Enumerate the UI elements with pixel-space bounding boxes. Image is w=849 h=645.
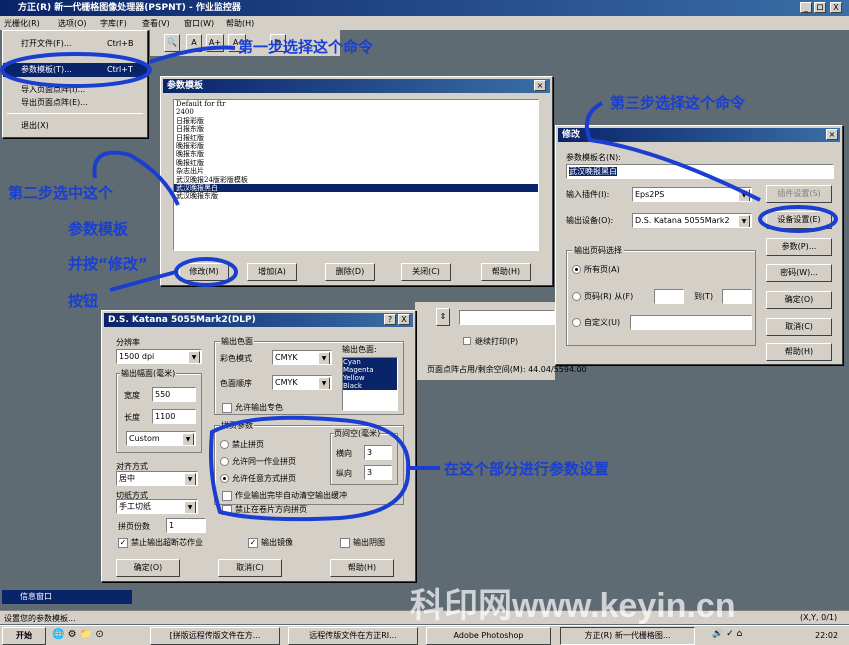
info-window-label: 信息窗口 [20,592,52,601]
annotation-circle-params [209,415,411,522]
task-3[interactable]: Adobe Photoshop [426,627,551,645]
info-window-bar[interactable]: 信息窗口 [2,590,132,604]
annotation-step3: 第三步选择这个命令 [610,94,746,112]
annotation-line-step3 [585,101,761,202]
annotation-circle-device [758,205,838,233]
annotation-step2-line1: 第二步选中这个 [8,184,114,202]
start-button[interactable]: 开始 [2,627,46,645]
annotation-circle-menu [0,52,152,88]
annotation-step2-line4: 按钮 [68,292,99,310]
annotation-circle-modify [174,257,238,287]
quicklaunch-icons[interactable]: 🌐 ⚙ 📁 ⊙ [52,629,104,640]
start-label: 开始 [16,631,32,640]
status-hint: 设置您的参数模板... [4,614,76,623]
clock: 22:02 [815,631,839,640]
annotation-step2-line2: 参数模板 [68,220,129,238]
annotation-step1: 第一步选择这个命令 [238,38,374,56]
taskbar: 开始 🌐 ⚙ 📁 ⊙ [拼版远程传版文件在方... 远程传版文件在方正RI...… [0,625,849,645]
annotation-params: 在这个部分进行参数设置 [444,460,610,478]
task-2[interactable]: 远程传版文件在方正RI... [288,627,418,645]
annotation-line-modify [109,270,177,292]
annotation-step2-line3: 并按“修改” [68,255,148,273]
annotation-line-step1 [149,45,236,64]
task-4[interactable]: 方正(R) 新一代栅格图... [560,627,695,645]
watermark: 科印网www.keyin.cn [410,587,736,625]
task-1[interactable]: [拼版远程传版文件在方... [150,627,280,645]
status-coords: (X,Y, 0/1) [800,613,838,622]
tray-icons[interactable]: 🔊 ✓ ⌂ [712,629,742,639]
